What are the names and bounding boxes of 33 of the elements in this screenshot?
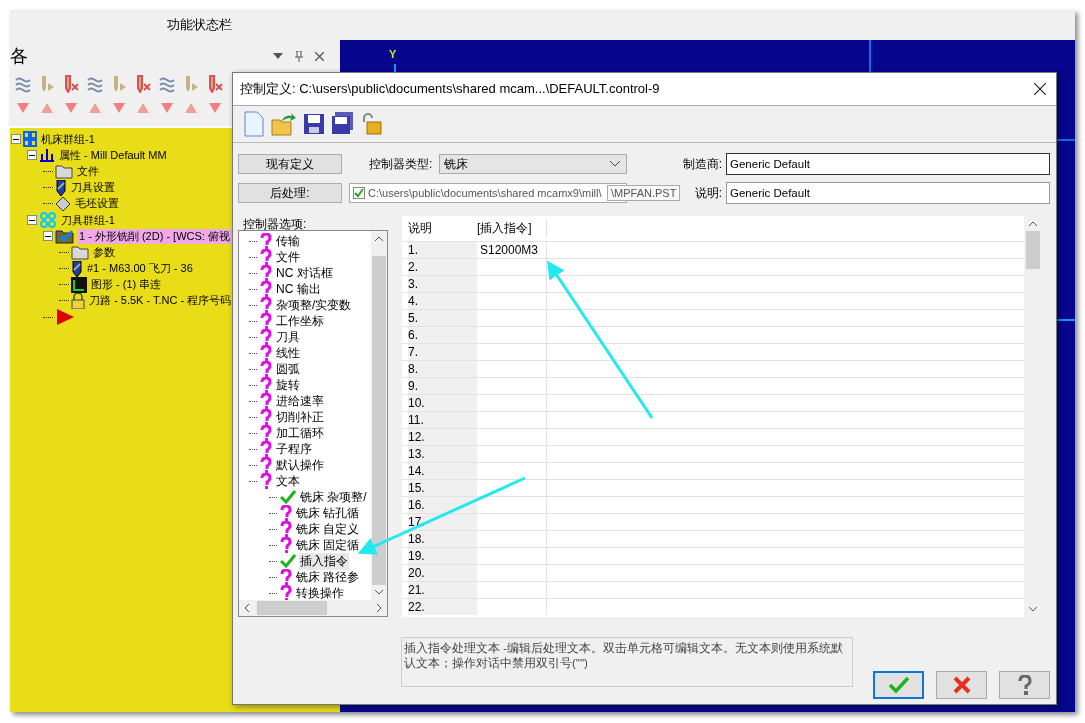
row-label: 21. (408, 582, 477, 598)
row-label: 13. (408, 446, 477, 462)
row-label: 4. (408, 293, 477, 309)
row-label: 12. (408, 429, 477, 445)
axis-label: Y (389, 48, 397, 60)
panel-title: 各 (10, 45, 28, 68)
row-label: 22. (408, 599, 477, 615)
row-label: 19. (408, 548, 477, 564)
row-label: 2. (408, 259, 477, 275)
row-label: 5. (408, 310, 477, 326)
row-label: 15. (408, 480, 477, 496)
row-label: 1. (408, 242, 477, 258)
controller-type-label: 控制器类型: (369, 155, 434, 173)
column-header: [插入指令] (477, 220, 547, 237)
row-label: 11. (408, 412, 477, 428)
column-header: 说明 (408, 220, 433, 237)
description-label: 说明: (694, 184, 722, 202)
options-label: 控制器选项: (242, 216, 308, 230)
row-label: 8. (408, 361, 477, 377)
dialog-title: 控制定义: C:\users\public\documents\shared mcam...\DEFAULT.control-9 (240, 80, 660, 98)
row-label: 3. (408, 276, 477, 292)
path-tooltip: \MPFAN.PST (607, 185, 681, 201)
row-label: 10. (408, 395, 477, 411)
status-bar-title: 功能状态栏 (167, 16, 232, 34)
row-label: 9. (408, 378, 477, 394)
row-label: 14. (408, 463, 477, 479)
row-label: 6. (408, 327, 477, 343)
row-label: 16. (408, 497, 477, 513)
row-label: 7. (408, 344, 477, 360)
row-label: 20. (408, 565, 477, 581)
row-label: 18. (408, 531, 477, 547)
help-text: 插入指令处理文本 -编辑后处理文本。双击单元格可编辑文本。无文本则使用系统默认文本；操作对话中禁用双引号("") (401, 637, 853, 687)
manufacturer-label: 制造商: (682, 155, 722, 173)
